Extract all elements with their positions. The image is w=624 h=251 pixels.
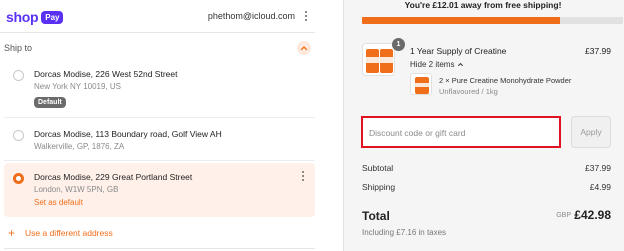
subtotal-value: £37.99 <box>585 163 611 173</box>
free-shipping-progress <box>362 17 623 24</box>
ship-to-label: Ship to <box>4 43 33 53</box>
divider <box>4 248 315 249</box>
progress-fill <box>362 17 561 24</box>
address-options-icon[interactable] <box>299 169 307 183</box>
hide-items-label: Hide 2 items <box>410 60 455 69</box>
pay-logo-badge: Pay <box>41 10 64 24</box>
order-summary: You're £12.01 away from free shipping! 1… <box>344 0 624 251</box>
shipping-label: Shipping <box>362 182 396 192</box>
address-name: Dorcas Modise, 226 West 52nd Street <box>34 69 178 79</box>
taxes-note: Including £7.16 in taxes <box>362 228 447 237</box>
product-thumbnail <box>362 43 395 76</box>
subtotal-label: Subtotal <box>362 163 394 173</box>
address-radio-3-selected[interactable] <box>13 173 24 184</box>
address-radio-1[interactable] <box>13 70 24 81</box>
shop-pay-logo: shop Pay <box>6 9 64 25</box>
account-email: phethom@icloud.com <box>207 11 295 21</box>
divider <box>4 117 315 118</box>
sub-item-variant: Unflavoured / 1kg <box>439 87 498 96</box>
currency-code: GBP <box>556 212 571 219</box>
discount-code-input[interactable] <box>369 126 554 140</box>
sub-item-thumbnail <box>410 73 432 95</box>
address-detail: London, W1W 5PN, GB <box>34 185 119 194</box>
quantity-badge: 1 <box>392 38 405 51</box>
account-menu-icon[interactable] <box>302 9 310 23</box>
apply-discount-button[interactable]: Apply <box>571 116 611 148</box>
product-price: £37.99 <box>585 46 611 56</box>
shop-pay-panel: shop Pay phethom@icloud.com Ship to Dorc… <box>0 0 315 251</box>
use-different-address-label: Use a different address <box>25 228 113 238</box>
address-detail: New York NY 10019, US <box>34 82 122 91</box>
address-option-1[interactable]: Dorcas Modise, 226 West 52nd Street New … <box>4 62 315 114</box>
sub-item-name: 2 × Pure Creatine Monohydrate Powder <box>439 76 572 85</box>
shop-logo-word: shop <box>6 9 39 25</box>
divider <box>4 160 315 161</box>
shop-pay-header: shop Pay phethom@icloud.com <box>0 0 315 33</box>
free-shipping-message: You're £12.01 away from free shipping! <box>404 0 562 10</box>
total-label: Total <box>362 209 390 223</box>
address-radio-2[interactable] <box>13 130 24 141</box>
address-option-2[interactable]: Dorcas Modise, 113 Boundary road, Golf V… <box>4 122 315 158</box>
set-as-default-link[interactable]: Set as default <box>34 198 83 207</box>
collapse-ship-to-button[interactable] <box>297 41 311 55</box>
chevron-up-icon <box>458 62 464 67</box>
default-badge: Default <box>34 97 66 108</box>
plus-icon: + <box>8 226 16 240</box>
hide-items-toggle[interactable]: Hide 2 items <box>410 60 464 69</box>
address-detail: Walkerville, GP, 1876, ZA <box>34 142 125 151</box>
total-value: £42.98 <box>574 208 611 222</box>
chevron-up-icon <box>300 46 308 51</box>
address-name: Dorcas Modise, 229 Great Portland Street <box>34 172 193 182</box>
use-different-address-button[interactable]: + Use a different address <box>8 226 113 240</box>
address-name: Dorcas Modise, 113 Boundary road, Golf V… <box>34 129 222 139</box>
address-option-3[interactable]: Dorcas Modise, 229 Great Portland Street… <box>4 163 315 217</box>
shipping-value: £4.99 <box>589 182 611 192</box>
discount-field-wrapper <box>361 116 561 148</box>
product-title: 1 Year Supply of Creatine <box>410 46 507 56</box>
